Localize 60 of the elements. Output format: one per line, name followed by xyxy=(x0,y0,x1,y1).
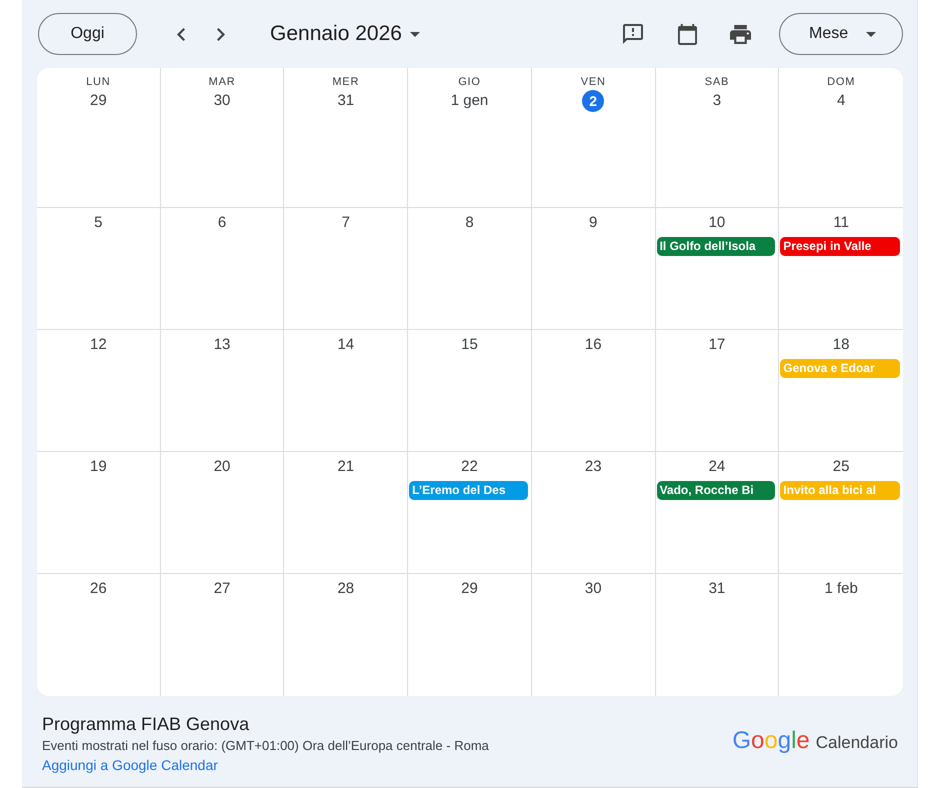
date-number[interactable]: 12 xyxy=(90,334,107,356)
caret-down-icon xyxy=(410,32,420,36)
date-number[interactable]: 18 xyxy=(832,334,850,356)
date-number[interactable]: 29 xyxy=(461,578,478,600)
date-number[interactable]: 29 xyxy=(90,90,107,112)
date-number[interactable]: 13 xyxy=(214,334,230,356)
google-logo: Google xyxy=(732,728,810,754)
date-number[interactable]: 7 xyxy=(342,212,350,234)
date-number[interactable]: 23 xyxy=(584,456,602,478)
calendar-name: Programma FIAB Genova xyxy=(42,713,250,735)
date-number[interactable]: 25 xyxy=(832,456,850,478)
date-number[interactable]: 10 xyxy=(708,212,726,234)
weekday-label: SAB xyxy=(704,75,730,90)
date-number[interactable]: 1 gen xyxy=(450,90,488,112)
weekday-label: GIO xyxy=(458,75,481,90)
product-name: Calendario xyxy=(816,732,898,754)
weekday-label: LUN xyxy=(86,75,111,90)
calendar-icon[interactable] xyxy=(678,24,697,44)
view-button[interactable]: Mese xyxy=(779,13,903,55)
date-number[interactable]: 17 xyxy=(708,334,726,356)
date-number[interactable]: 26 xyxy=(90,578,107,600)
add-to-calendar-link[interactable]: Aggiungi a Google Calendar xyxy=(42,755,218,775)
weekday-label: VEN xyxy=(580,75,606,90)
print-icon[interactable] xyxy=(730,24,751,44)
date-number[interactable]: 6 xyxy=(218,212,226,234)
chevron-left-icon[interactable] xyxy=(177,28,185,40)
date-number[interactable]: 28 xyxy=(337,578,354,600)
date-number[interactable]: 31 xyxy=(337,90,354,112)
weekday-label: DOM xyxy=(827,75,856,90)
date-number[interactable]: 8 xyxy=(465,212,474,234)
date-number[interactable]: 30 xyxy=(584,578,602,600)
date-number[interactable]: 3 xyxy=(712,90,722,112)
date-number[interactable]: 4 xyxy=(836,90,846,112)
event-chip[interactable]: Il Golfo dell’Isola xyxy=(656,237,776,256)
chevron-right-icon[interactable] xyxy=(217,28,225,40)
date-number[interactable]: 11 xyxy=(833,212,849,234)
weekday-label: MAR xyxy=(208,75,236,90)
today-button[interactable]: Oggi xyxy=(38,13,137,55)
date-number[interactable]: 15 xyxy=(461,334,478,356)
weekday-label: MER xyxy=(332,75,360,90)
feedback-icon[interactable] xyxy=(623,24,643,44)
date-number[interactable]: 30 xyxy=(214,90,230,112)
month-title-button[interactable]: Gennaio 2026 xyxy=(270,18,420,50)
caret-down-icon xyxy=(866,32,876,36)
date-number[interactable]: 24 xyxy=(708,456,726,478)
date-number[interactable]: 1 feb xyxy=(824,578,858,600)
date-number[interactable]: 16 xyxy=(584,334,602,356)
date-number[interactable]: 5 xyxy=(94,212,103,234)
date-number[interactable]: 31 xyxy=(708,578,726,600)
date-number[interactable]: 20 xyxy=(214,456,230,478)
date-number[interactable]: 9 xyxy=(589,212,598,234)
date-number[interactable]: 27 xyxy=(214,578,230,600)
event-chip[interactable]: Vado, Rocche Bi xyxy=(656,481,776,500)
date-number[interactable]: 14 xyxy=(337,334,354,356)
event-chip[interactable]: Presepi in Valle xyxy=(780,237,900,256)
date-number[interactable]: 2 xyxy=(582,90,604,112)
date-number[interactable]: 22 xyxy=(461,456,478,478)
date-number[interactable]: 21 xyxy=(337,456,354,478)
date-number[interactable]: 19 xyxy=(90,456,107,478)
timezone-note: Eventi mostrati nel fuso orario: (GMT+01:00) Ora dell’Europa centrale - Roma xyxy=(42,737,489,755)
